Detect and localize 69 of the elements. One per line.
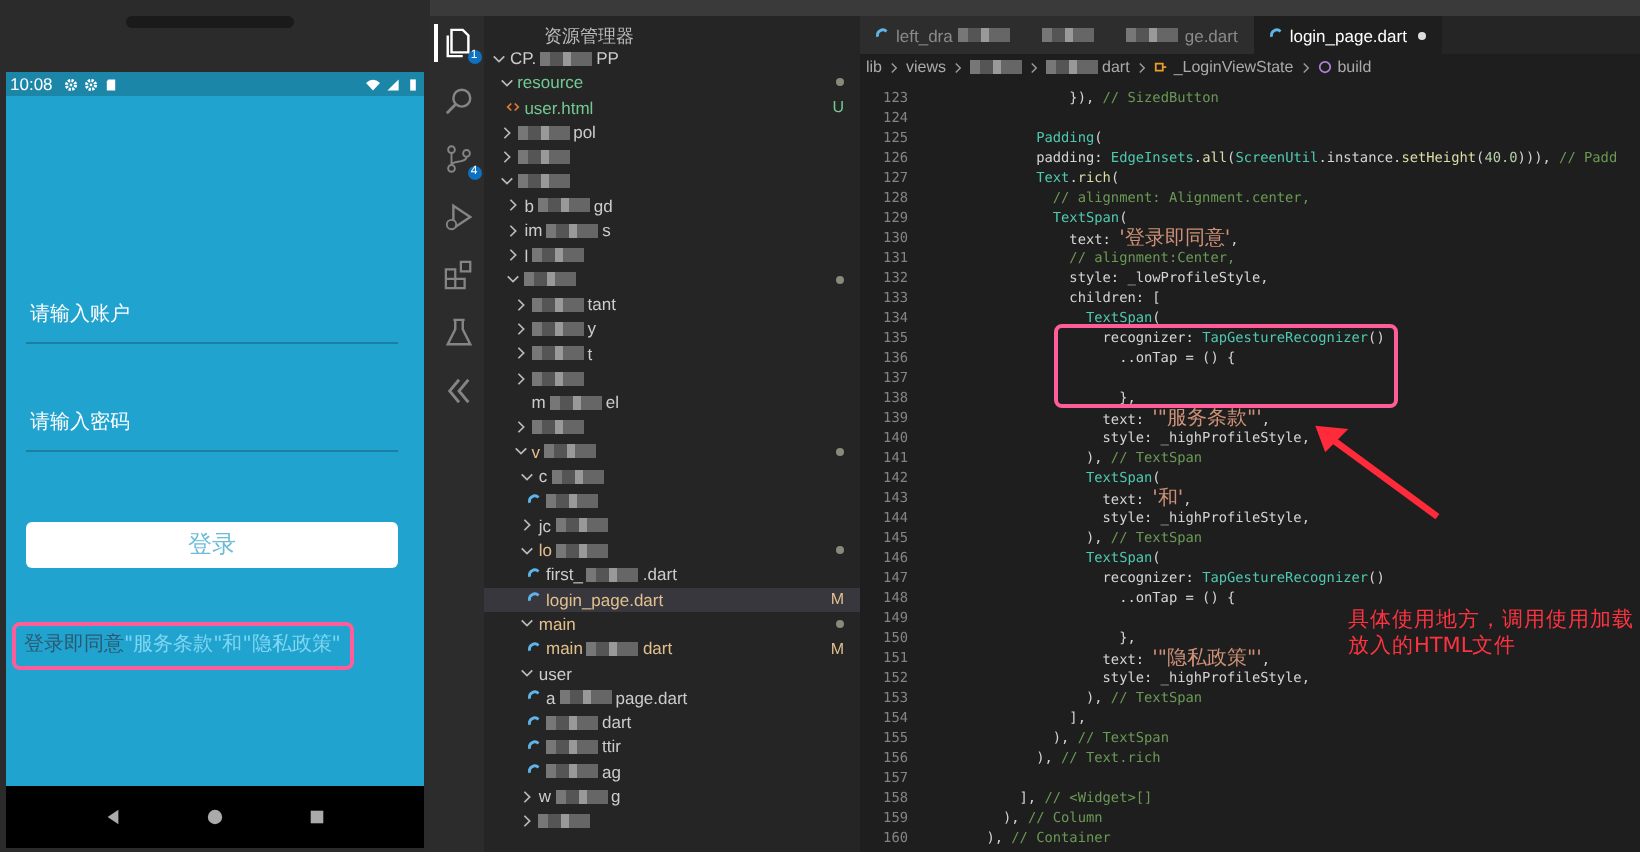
chevron-right-icon (1135, 61, 1148, 73)
flask-icon[interactable] (443, 318, 473, 348)
tree-item[interactable]: main (484, 611, 860, 637)
editor-tab[interactable]: ge.dart (1110, 16, 1254, 54)
breadcrumb-item[interactable]: _LoginViewState (1173, 58, 1294, 76)
status-letter: U (832, 98, 844, 117)
dart-file-icon (528, 641, 542, 656)
code-file-icon (506, 100, 521, 115)
dart-file-icon (1269, 28, 1284, 42)
extensions-icon[interactable] (443, 260, 473, 290)
tree-item[interactable]: dart (484, 710, 860, 735)
home-icon[interactable] (206, 808, 224, 826)
chevron-right-icon (952, 61, 965, 73)
tree-item[interactable]: login_page.dart M (484, 587, 860, 612)
search-icon[interactable] (443, 86, 473, 116)
dart-file-icon (528, 493, 542, 508)
tree-item[interactable]: im s (484, 218, 860, 243)
input-field[interactable]: 请输入账户 (26, 286, 398, 344)
tree-item[interactable]: lo (484, 537, 860, 563)
clock-time: 10:08 (10, 74, 53, 94)
double-chevron-icon[interactable] (443, 376, 473, 406)
editor-tab[interactable]: left_dra (860, 16, 1027, 54)
tree-item[interactable]: user (484, 660, 860, 686)
chevron-right-icon (1299, 61, 1312, 73)
tree-item[interactable]: user.html U (484, 95, 860, 120)
status-letter: M (830, 639, 844, 658)
panel-title: 资源管理器 (542, 25, 636, 46)
tree-item[interactable]: main dart M (484, 636, 860, 661)
tree-item[interactable]: w g (484, 783, 860, 809)
tree-item[interactable]: a page.dart (484, 685, 860, 711)
agreement-text: 登录即同意"服务条款"和"隐私政策" (24, 634, 341, 658)
tree-item[interactable]: ag (484, 759, 860, 784)
class-icon (1153, 60, 1168, 74)
tree-item[interactable]: resource (484, 70, 860, 96)
editor-tab[interactable]: login_page.dart (1253, 16, 1443, 54)
tree-item[interactable]: first_ .dart (484, 562, 860, 588)
source-control-icon[interactable] (443, 144, 473, 174)
battery-icon (406, 77, 420, 91)
tree-item[interactable]: tant (484, 291, 860, 317)
breadcrumb-item[interactable]: views (906, 58, 947, 76)
annotation-note: 具体使用地方，调用使用加载放入的HTML文件 (1348, 608, 1636, 660)
sd-card-icon (104, 77, 119, 91)
tree-item[interactable]: l (484, 242, 860, 268)
breadcrumb-item[interactable]: build (1337, 58, 1372, 76)
tree-item[interactable]: b gd (484, 193, 860, 219)
tree-item[interactable]: c (484, 464, 860, 489)
input-field[interactable]: 请输入密码 (26, 394, 398, 452)
tree-item[interactable]: pol (484, 119, 860, 145)
run-debug-icon[interactable] (443, 202, 473, 232)
tree-item[interactable]: ttir (484, 734, 860, 760)
tree-item[interactable]: y (484, 316, 860, 342)
tree-item[interactable]: jc (484, 513, 860, 538)
tree-item[interactable]: v (484, 439, 860, 465)
status-letter: M (830, 590, 844, 609)
files-icon[interactable] (443, 28, 473, 58)
recents-icon[interactable] (308, 808, 326, 826)
dart-file-icon (876, 28, 890, 42)
tree-item[interactable]: CP. PP (484, 46, 860, 71)
chevron-right-icon (888, 61, 901, 73)
arrow (1312, 420, 1444, 524)
breadcrumb-item[interactable]: lib (866, 58, 883, 76)
chevron-right-icon (1028, 61, 1041, 73)
breadcrumb-item[interactable]: dart (1046, 58, 1130, 76)
wifi-icon (366, 77, 380, 91)
tree-item[interactable]: m el (484, 390, 860, 415)
tree-item[interactable]: t (484, 341, 860, 366)
breadcrumb-item[interactable] (970, 60, 1023, 74)
signal-icon (386, 77, 400, 91)
back-icon[interactable] (104, 808, 122, 826)
